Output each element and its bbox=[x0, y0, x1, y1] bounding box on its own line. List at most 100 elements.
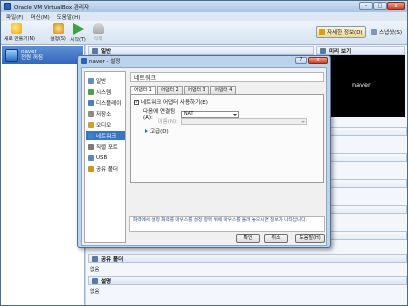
info-box: 화력에서 설정 화력를 마우스를 설정 항목 위에 마우스를 올려 놓으시면 정… bbox=[129, 216, 325, 232]
category-list: 일반 시스템 디스플레이 저장소 오디오 네트워크 직렬 포트 USB 공유 폴… bbox=[84, 71, 126, 243]
category-storage[interactable]: 저장소 bbox=[86, 109, 125, 118]
tab-adapter-2[interactable]: 어댑터 2 bbox=[156, 86, 183, 94]
preview-icon bbox=[320, 47, 326, 54]
category-label: 직렬 포트 bbox=[96, 144, 118, 151]
vm-os-icon bbox=[5, 48, 18, 62]
description-section-header[interactable]: 설명 bbox=[88, 276, 407, 285]
virtualbox-app-icon bbox=[4, 3, 11, 10]
vm-preview: naver bbox=[318, 55, 405, 117]
description-value: 없음 bbox=[90, 289, 100, 295]
new-label: 새로 만들기(N) bbox=[4, 37, 35, 42]
network-page: 네트워크 어댑터 1 어댑터 2 어댑터 3 어댑터 4 ✓ 네트워크 어댑터 … bbox=[129, 71, 325, 231]
snapshots-label: 스냅샷(S) bbox=[379, 30, 402, 36]
settings-dialog: naver - 설정 ? x 일반 시스템 디스플레이 저장소 오디오 네트워크… bbox=[77, 55, 331, 248]
name-label: 이름(N): bbox=[157, 119, 178, 125]
category-shared-folders[interactable]: 공유 폴더 bbox=[86, 164, 125, 173]
start-label: 시작(T) bbox=[70, 38, 86, 43]
menu-file[interactable]: 파일(F) bbox=[6, 13, 24, 21]
shared-folders-section-header[interactable]: 공유 폴더 bbox=[88, 254, 407, 263]
dialog-body: 일반 시스템 디스플레이 저장소 오디오 네트워크 직렬 포트 USB 공유 폴… bbox=[81, 67, 327, 246]
category-audio[interactable]: 오디오 bbox=[86, 120, 125, 129]
settings-button[interactable]: 설정(S) bbox=[47, 23, 69, 43]
main-toolbar: 새로 만들기(N) 설정(S) 시작(T) 삭제 자세한 정보(D) 스냅샷(S… bbox=[1, 21, 407, 45]
storage-icon bbox=[88, 110, 94, 117]
general-section-header[interactable]: 일반 bbox=[88, 46, 314, 55]
name-select[interactable] bbox=[181, 117, 307, 125]
discard-label: 삭제 bbox=[93, 37, 103, 42]
help-button[interactable]: 도움말(H) bbox=[295, 234, 325, 243]
dialog-close-button[interactable]: x bbox=[308, 57, 328, 64]
vm-list: naver 전원 꺼짐 bbox=[1, 45, 85, 305]
category-usb[interactable]: USB bbox=[86, 153, 125, 162]
category-label: 시스템 bbox=[96, 89, 112, 96]
category-display[interactable]: 디스플레이 bbox=[86, 98, 125, 107]
settings-label: 설정(S) bbox=[50, 37, 66, 42]
tab-adapter-4[interactable]: 어댑터 4 bbox=[210, 86, 237, 94]
cancel-button[interactable]: 취소 bbox=[264, 234, 288, 243]
start-arrow-icon bbox=[73, 23, 84, 35]
category-general[interactable]: 일반 bbox=[86, 76, 125, 85]
tab-adapter-3[interactable]: 어댑터 3 bbox=[183, 86, 210, 94]
vm-state: 전원 꺼짐 bbox=[21, 55, 43, 61]
enable-adapter-checkbox[interactable]: ✓ 네트워크 어댑터 사용하기(E) bbox=[134, 98, 208, 106]
minimize-button[interactable]: – bbox=[359, 2, 373, 10]
general-icon bbox=[88, 77, 94, 84]
snapshots-view-button[interactable]: 스냅샷(S) bbox=[369, 26, 407, 38]
shared-folders-value: 없음 bbox=[90, 267, 100, 273]
dialog-app-icon bbox=[81, 58, 87, 64]
usb-icon bbox=[88, 154, 94, 161]
folder-icon bbox=[88, 165, 94, 172]
category-label: 오디오 bbox=[96, 122, 112, 129]
dialog-title-bar: naver - 설정 bbox=[78, 56, 330, 66]
advanced-label: 고급(D) bbox=[150, 129, 169, 135]
enable-adapter-label: 네트워크 어댑터 사용하기(E) bbox=[141, 100, 208, 106]
category-system[interactable]: 시스템 bbox=[86, 87, 125, 96]
category-label: 디스플레이 bbox=[96, 100, 122, 107]
gear-icon bbox=[52, 23, 64, 34]
details-view-button[interactable]: 자세한 정보(D) bbox=[316, 26, 366, 38]
general-header: 일반 bbox=[101, 48, 112, 55]
serial-port-icon bbox=[88, 143, 94, 150]
adapter-tabs: 어댑터 1 어댑터 2 어댑터 3 어댑터 4 bbox=[130, 86, 237, 95]
attached-to-value: NAT bbox=[184, 111, 194, 117]
category-serial-ports[interactable]: 직렬 포트 bbox=[86, 142, 125, 151]
chevron-down-icon bbox=[233, 113, 237, 116]
page-title: 네트워크 bbox=[130, 72, 324, 82]
shared-folders-header: 공유 폴더 bbox=[101, 256, 124, 263]
category-label: 공유 폴더 bbox=[96, 166, 118, 173]
chevron-down-icon bbox=[301, 120, 305, 123]
new-button[interactable]: 새로 만들기(N) bbox=[4, 23, 35, 43]
audio-icon bbox=[88, 121, 94, 128]
folder-icon bbox=[92, 255, 98, 262]
camera-icon bbox=[371, 29, 377, 35]
details-label: 자세한 정보(D) bbox=[327, 30, 363, 36]
category-label: 네트워크 bbox=[96, 133, 117, 140]
preview-text: naver bbox=[352, 81, 371, 89]
dialog-help-button[interactable]: ? bbox=[295, 57, 307, 64]
expand-arrow-icon bbox=[145, 129, 148, 133]
menu-help[interactable]: 도움말(H) bbox=[57, 13, 81, 21]
advanced-toggle[interactable]: 고급(D) bbox=[145, 127, 169, 135]
category-label: 저장소 bbox=[96, 111, 112, 118]
new-vm-icon bbox=[10, 23, 22, 34]
window-title: Oracle VM VirtualBox 관리자 bbox=[14, 4, 90, 11]
menu-bar: 파일(F) 머신(M) 도움말(H) bbox=[1, 12, 407, 21]
category-label: USB bbox=[96, 154, 108, 161]
ok-button[interactable]: 확인 bbox=[236, 234, 260, 243]
category-network[interactable]: 네트워크 bbox=[86, 131, 125, 140]
general-icon bbox=[92, 47, 98, 54]
vm-list-item[interactable]: naver 전원 꺼짐 bbox=[2, 46, 83, 64]
preview-section-header[interactable]: 미리 보기 bbox=[316, 46, 405, 55]
adapter-1-panel: ✓ 네트워크 어댑터 사용하기(E) 다음에 연결됨(A): NAT 이름(N)… bbox=[130, 94, 324, 183]
discard-button[interactable]: 삭제 bbox=[87, 23, 109, 43]
close-button[interactable]: x bbox=[387, 2, 405, 10]
details-icon bbox=[319, 29, 325, 35]
start-button[interactable]: 시작(T) bbox=[67, 23, 89, 43]
description-icon bbox=[92, 277, 98, 284]
maximize-button[interactable]: □ bbox=[373, 2, 387, 10]
discard-arrow-icon bbox=[92, 23, 104, 34]
system-icon bbox=[88, 88, 94, 95]
menu-machine[interactable]: 머신(M) bbox=[31, 13, 50, 21]
dialog-title: naver - 설정 bbox=[89, 59, 121, 65]
description-header: 설명 bbox=[101, 278, 112, 285]
